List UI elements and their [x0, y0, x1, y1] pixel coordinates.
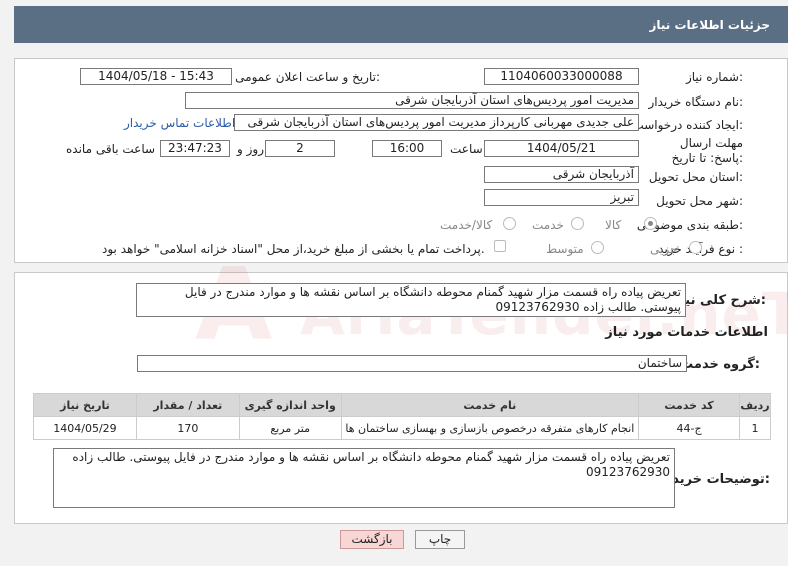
- summary-label: شرح کلی نیاز:: [672, 293, 766, 308]
- category-option-goods-service: کالا/خدمت: [440, 218, 493, 232]
- category-radio-goods-service[interactable]: [503, 217, 516, 230]
- creator-label: ایجاد کننده درخواست:: [632, 118, 743, 132]
- cell-quantity: 170: [135, 416, 240, 440]
- col-row: ردیف: [738, 393, 772, 417]
- process-radio-medium[interactable]: [591, 241, 604, 254]
- service-group-label: گروه خدمت:: [680, 357, 760, 372]
- service-group-field: ساختمان: [137, 355, 687, 372]
- cell-unit: متر مربع: [238, 416, 342, 440]
- province-field: آذربایجان شرقی: [484, 166, 639, 183]
- services-section-title: اطلاعات خدمات مورد نیاز: [605, 325, 768, 340]
- deadline-time-field: 16:00: [372, 140, 442, 157]
- buyer-notes-label: توضیحات خریدار:: [660, 472, 770, 487]
- buyer-contact-link[interactable]: اطلاعات تماس خریدار: [124, 116, 235, 130]
- page-header: جزئیات اطلاعات نیاز: [14, 6, 788, 43]
- cell-need-date: 1404/05/29: [33, 416, 137, 440]
- process-radio-minor[interactable]: [689, 241, 702, 254]
- announce-datetime-field: 1404/05/18 - 15:43: [80, 68, 232, 85]
- days-label: روز و: [237, 142, 264, 156]
- province-label: استان محل تحویل:: [648, 170, 743, 184]
- services-table-header: تاریخ نیاز تعداد / مقدار واحد اندازه گیر…: [33, 393, 772, 417]
- cell-service-name: انجام کارهای متفرقه درخصوص بازسازی و بهس…: [340, 416, 640, 440]
- creator-field: علی جدیدی مهربانی کارپرداز مدیریت امور پ…: [234, 114, 639, 131]
- col-need-date: تاریخ نیاز: [33, 393, 137, 417]
- category-radio-goods[interactable]: [644, 217, 657, 230]
- col-service-name: نام خدمت: [340, 393, 640, 417]
- deadline-label: مهلت ارسال پاسخ: تا تاریخ:: [671, 136, 743, 165]
- print-button[interactable]: چاپ: [415, 530, 465, 549]
- category-option-service: خدمت: [532, 218, 564, 232]
- services-table: تاریخ نیاز تعداد / مقدار واحد اندازه گیر…: [33, 393, 772, 440]
- city-field: تبریز: [484, 189, 639, 206]
- remaining-label: ساعت باقی مانده: [66, 142, 156, 156]
- table-row: 1404/05/29 170 متر مربع انجام کارهای متف…: [33, 416, 772, 440]
- process-option-medium: متوسط: [546, 242, 584, 256]
- remaining-time-field: 23:47:23: [160, 140, 230, 157]
- buyer-field: مدیریت امور پردیس‌های استان آذربایجان شر…: [185, 92, 639, 109]
- category-radio-service[interactable]: [571, 217, 584, 230]
- col-unit: واحد اندازه گیری: [238, 393, 342, 417]
- need-number-field: 1104060033000088: [484, 68, 639, 85]
- back-button[interactable]: بازگشت: [340, 530, 404, 549]
- summary-textarea[interactable]: تعریض پیاده راه قسمت مزار شهید گمنام محو…: [136, 283, 686, 317]
- buyer-notes-textarea[interactable]: تعریض پیاده راه قسمت مزار شهید گمنام محو…: [53, 448, 675, 508]
- process-option-minor: جزیی: [650, 242, 678, 256]
- treasury-payment-note: پرداخت تمام یا بخشی از مبلغ خرید،از محل …: [102, 242, 485, 256]
- announce-label: تاریخ و ساعت اعلان عمومی:: [235, 70, 380, 84]
- page-title: جزئیات اطلاعات نیاز: [649, 18, 770, 32]
- category-option-goods: کالا: [605, 218, 622, 232]
- col-quantity: تعداد / مقدار: [135, 393, 240, 417]
- days-field: 2: [265, 140, 335, 157]
- city-label: شهر محل تحویل:: [656, 194, 743, 208]
- buyer-label: نام دستگاه خریدار:: [648, 95, 744, 109]
- cell-row: 1: [738, 416, 772, 440]
- treasury-payment-checkbox[interactable]: [494, 240, 506, 252]
- need-number-label: شماره نیاز:: [685, 70, 743, 84]
- deadline-date-field: 1404/05/21: [484, 140, 639, 157]
- cell-service-code: ج-44: [638, 416, 740, 440]
- col-service-code: کد خدمت: [638, 393, 740, 417]
- deadline-time-label: ساعت: [450, 142, 483, 156]
